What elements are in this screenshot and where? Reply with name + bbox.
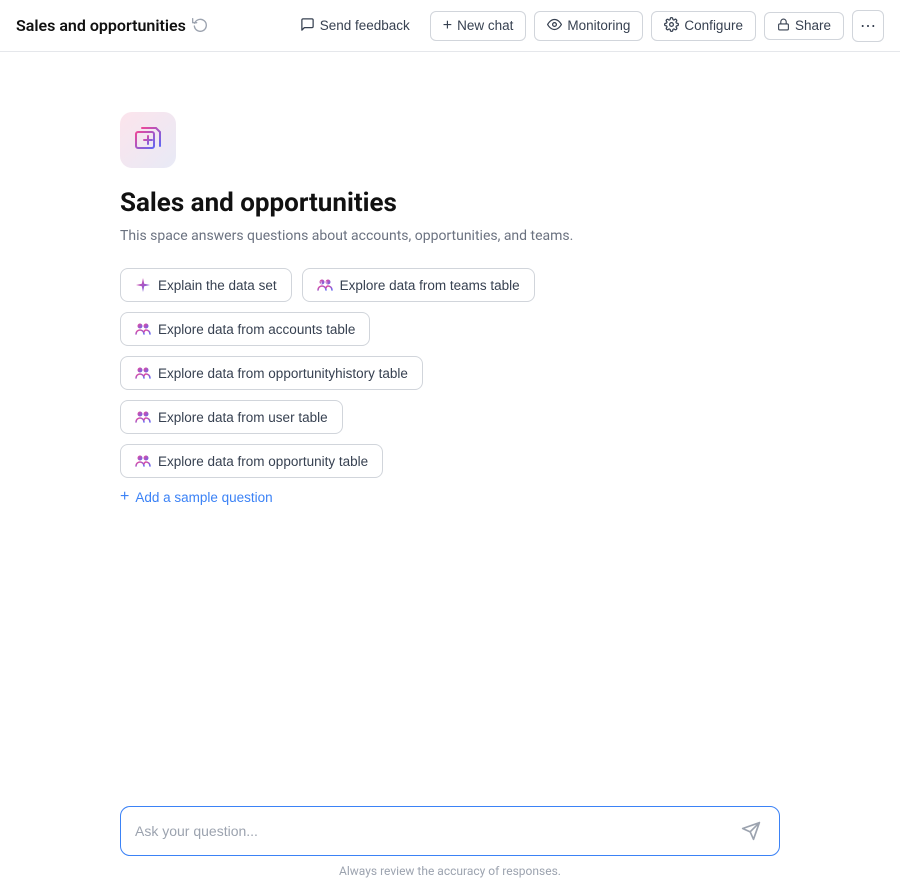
main-content: Sales and opportunities This space answe…	[0, 52, 900, 890]
table-icon-user	[135, 409, 151, 425]
configure-label: Configure	[684, 18, 743, 33]
sparkle-icon	[135, 277, 151, 293]
question-teams[interactable]: 1 3 Explore data from teams table	[302, 268, 535, 302]
more-options-button[interactable]: ⋯	[852, 10, 884, 42]
questions-row-3: Explore data from opportunityhistory tab…	[120, 356, 780, 390]
questions-row-4: Explore data from user table	[120, 400, 780, 434]
questions-row-5: Explore data from opportunity table	[120, 444, 780, 478]
question-user-label: Explore data from user table	[158, 410, 328, 425]
monitoring-button[interactable]: Monitoring	[534, 11, 643, 41]
questions-grid: Explain the data set 1 3	[120, 268, 780, 478]
send-button[interactable]	[737, 817, 765, 845]
new-chat-label: New chat	[457, 18, 513, 33]
question-explain[interactable]: Explain the data set	[120, 268, 292, 302]
header: Sales and opportunities Send feedback + …	[0, 0, 900, 52]
question-user[interactable]: Explore data from user table	[120, 400, 343, 434]
app-icon	[120, 112, 176, 168]
bottom-area: Always review the accuracy of responses.	[0, 790, 900, 890]
add-question-icon: +	[120, 488, 129, 506]
plus-icon: +	[443, 17, 452, 35]
more-dots-icon: ⋯	[860, 16, 876, 36]
share-button[interactable]: Share	[764, 12, 844, 40]
eye-icon	[547, 17, 562, 35]
question-opportunity[interactable]: Explore data from opportunity table	[120, 444, 383, 478]
question-explain-label: Explain the data set	[158, 278, 277, 293]
question-teams-label: Explore data from teams table	[340, 278, 520, 293]
table-icon-opphistory	[135, 365, 151, 381]
feedback-label: Send feedback	[320, 18, 410, 33]
history-icon[interactable]	[192, 16, 208, 36]
question-accounts-label: Explore data from accounts table	[158, 322, 355, 337]
page-description: This space answers questions about accou…	[120, 228, 573, 244]
question-input[interactable]	[135, 823, 737, 839]
question-opphistory-label: Explore data from opportunityhistory tab…	[158, 366, 408, 381]
lock-icon	[777, 18, 790, 34]
gear-icon	[664, 17, 679, 35]
questions-row-2: Explore data from accounts table	[120, 312, 780, 346]
questions-row-1: Explain the data set 1 3	[120, 268, 780, 302]
svg-text:3: 3	[325, 281, 327, 285]
disclaimer-text: Always review the accuracy of responses.	[120, 864, 780, 878]
feedback-icon	[300, 17, 315, 35]
configure-button[interactable]: Configure	[651, 11, 756, 41]
page-title: Sales and opportunities	[120, 188, 397, 218]
content-area: Sales and opportunities This space answe…	[0, 52, 900, 790]
monitoring-label: Monitoring	[567, 18, 630, 33]
table-icon-opp	[135, 453, 151, 469]
app-title-text: Sales and opportunities	[16, 16, 186, 35]
add-question-label: Add a sample question	[135, 490, 272, 505]
share-label: Share	[795, 18, 831, 33]
question-opportunityhistory[interactable]: Explore data from opportunityhistory tab…	[120, 356, 423, 390]
table-icon-accounts	[135, 321, 151, 337]
input-wrapper	[120, 806, 780, 856]
add-question-button[interactable]: + Add a sample question	[120, 484, 273, 510]
app-title: Sales and opportunities	[16, 16, 208, 36]
question-opp-label: Explore data from opportunity table	[158, 454, 368, 469]
new-chat-button[interactable]: + New chat	[430, 11, 527, 41]
feedback-button[interactable]: Send feedback	[288, 12, 422, 40]
table-icon-teams: 1 3	[317, 277, 333, 293]
question-accounts[interactable]: Explore data from accounts table	[120, 312, 370, 346]
